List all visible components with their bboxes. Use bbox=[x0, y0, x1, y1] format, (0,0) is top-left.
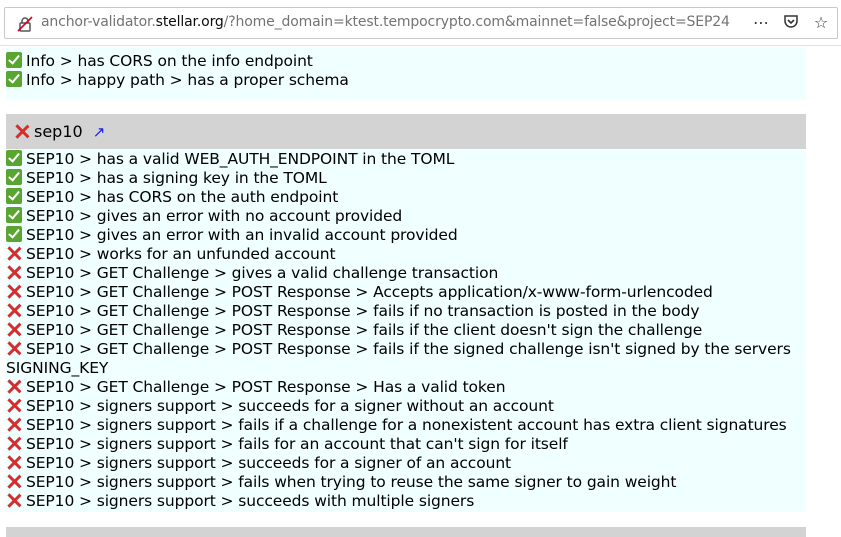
test-result-text: SEP10 > gives an error with no account p… bbox=[26, 207, 403, 225]
sep10-results-list: SEP10 > has a valid WEB_AUTH_ENDPOINT in… bbox=[6, 150, 806, 511]
fail-cross-icon bbox=[6, 321, 22, 337]
test-result-text: Info > has CORS on the info endpoint bbox=[26, 52, 313, 70]
next-section-header bbox=[6, 527, 806, 537]
fail-cross-icon bbox=[6, 264, 22, 280]
fail-cross-icon bbox=[6, 473, 22, 489]
fail-cross-icon bbox=[6, 416, 22, 432]
test-result-row: SEP10 > signers support > succeeds for a… bbox=[6, 397, 806, 416]
test-result-text: SEP10 > has a signing key in the TOML bbox=[26, 169, 327, 187]
test-result-text: SEP10 > has CORS on the auth endpoint bbox=[26, 188, 339, 206]
test-result-text: Info > happy path > has a proper schema bbox=[26, 71, 349, 89]
url-path: /?home_domain=ktest.tempocrypto.com&main… bbox=[223, 14, 730, 30]
test-result-row: SEP10 > signers support > succeeds with … bbox=[6, 492, 806, 511]
info-results-panel: Info > has CORS on the info endpoint Info… bbox=[6, 47, 806, 100]
test-result-row: SEP10 > GET Challenge > POST Response > … bbox=[6, 302, 806, 321]
test-result-row: SEP10 > GET Challenge > POST Response > … bbox=[6, 321, 806, 340]
test-result-text: SEP10 > GET Challenge > gives a valid ch… bbox=[26, 264, 499, 282]
pass-check-icon bbox=[6, 207, 22, 223]
test-result-text: SEP10 > signers support > succeeds for a… bbox=[26, 397, 554, 415]
test-result-row: SEP10 > has CORS on the auth endpoint bbox=[6, 188, 806, 207]
fail-icon bbox=[14, 123, 30, 139]
test-result-text: SEP10 > signers support > succeeds with … bbox=[26, 492, 475, 510]
browser-toolbar: anchor-validator.stellar.org/?home_domai… bbox=[0, 0, 841, 46]
test-result-row: SEP10 > gives an error with no account p… bbox=[6, 207, 806, 226]
fail-cross-icon bbox=[6, 492, 22, 508]
test-result-text: SEP10 > gives an error with an invalid a… bbox=[26, 226, 458, 244]
fail-cross-icon bbox=[6, 302, 22, 318]
pass-check-icon bbox=[6, 52, 22, 68]
fail-cross-icon bbox=[6, 397, 22, 413]
test-result-row: SEP10 > gives an error with an invalid a… bbox=[6, 226, 806, 245]
test-result-row: Info > has CORS on the info endpoint bbox=[6, 52, 806, 71]
test-result-row: SEP10 > works for an unfunded account bbox=[6, 245, 806, 264]
section-title: sep10 bbox=[34, 122, 83, 141]
page-content: Info > has CORS on the info endpoint Info… bbox=[0, 47, 841, 537]
fail-cross-icon bbox=[6, 378, 22, 394]
bookmark-star-icon[interactable]: ☆ bbox=[811, 13, 831, 33]
test-result-row: SEP10 > GET Challenge > POST Response > … bbox=[6, 378, 806, 397]
test-result-row: SEP10 > signers support > fails when try… bbox=[6, 473, 806, 492]
external-link-icon[interactable]: ↗ bbox=[93, 123, 106, 141]
test-result-row: SEP10 > signers support > fails for an a… bbox=[6, 435, 806, 454]
test-result-text: SEP10 > signers support > fails if a cha… bbox=[26, 416, 787, 434]
section-header-sep10: sep10 ↗ bbox=[6, 114, 806, 149]
fail-cross-icon bbox=[6, 454, 22, 470]
url-actions: ⋯ ☆ bbox=[751, 13, 831, 33]
pass-check-icon bbox=[6, 188, 22, 204]
fail-cross-icon bbox=[6, 245, 22, 261]
test-result-row: Info > happy path > has a proper schema bbox=[6, 71, 806, 90]
url-host: stellar.org bbox=[155, 14, 224, 30]
pocket-icon[interactable] bbox=[781, 13, 801, 33]
test-result-row: SEP10 > signers support > fails if a cha… bbox=[6, 416, 836, 435]
pass-check-icon bbox=[6, 71, 22, 87]
test-result-text: SEP10 > signers support > succeeds for a… bbox=[26, 454, 512, 472]
fail-cross-icon bbox=[6, 435, 22, 451]
test-result-text: SEP10 > GET Challenge > POST Response > … bbox=[26, 321, 703, 339]
test-result-row: SEP10 > GET Challenge > POST Response > … bbox=[6, 340, 836, 378]
test-result-text: SEP10 > GET Challenge > POST Response > … bbox=[26, 302, 700, 320]
fail-cross-icon bbox=[6, 340, 22, 356]
test-result-row: SEP10 > has a signing key in the TOML bbox=[6, 169, 806, 188]
test-result-text: SEP10 > signers support > fails for an a… bbox=[26, 435, 568, 453]
url-bar[interactable]: anchor-validator.stellar.org/?home_domai… bbox=[4, 7, 838, 39]
sep10-results-panel: SEP10 > has a valid WEB_AUTH_ENDPOINT in… bbox=[6, 150, 806, 512]
test-result-text: SEP10 > has a valid WEB_AUTH_ENDPOINT in… bbox=[26, 150, 455, 168]
test-result-text: SEP10 > GET Challenge > POST Response > … bbox=[26, 283, 713, 301]
fail-cross-icon bbox=[6, 283, 22, 299]
test-result-text: SEP10 > signers support > fails when try… bbox=[26, 473, 677, 491]
test-result-row: SEP10 > GET Challenge > POST Response > … bbox=[6, 283, 806, 302]
pass-check-icon bbox=[6, 150, 22, 166]
url-text[interactable]: anchor-validator.stellar.org/?home_domai… bbox=[41, 14, 730, 30]
info-results-list: Info > has CORS on the info endpoint Info… bbox=[6, 47, 806, 90]
test-result-row: SEP10 > signers support > succeeds for a… bbox=[6, 454, 806, 473]
insecure-lock-icon[interactable] bbox=[17, 16, 33, 32]
test-result-row: SEP10 > GET Challenge > gives a valid ch… bbox=[6, 264, 806, 283]
test-result-text: SEP10 > works for an unfunded account bbox=[26, 245, 336, 263]
url-host-prefix: anchor-validator. bbox=[41, 14, 156, 30]
test-result-row: SEP10 > has a valid WEB_AUTH_ENDPOINT in… bbox=[6, 150, 806, 169]
more-actions-icon[interactable]: ⋯ bbox=[751, 13, 771, 33]
test-result-text: SEP10 > GET Challenge > POST Response > … bbox=[6, 340, 791, 377]
pass-check-icon bbox=[6, 226, 22, 242]
pass-check-icon bbox=[6, 169, 22, 185]
test-result-text: SEP10 > GET Challenge > POST Response > … bbox=[26, 378, 506, 396]
